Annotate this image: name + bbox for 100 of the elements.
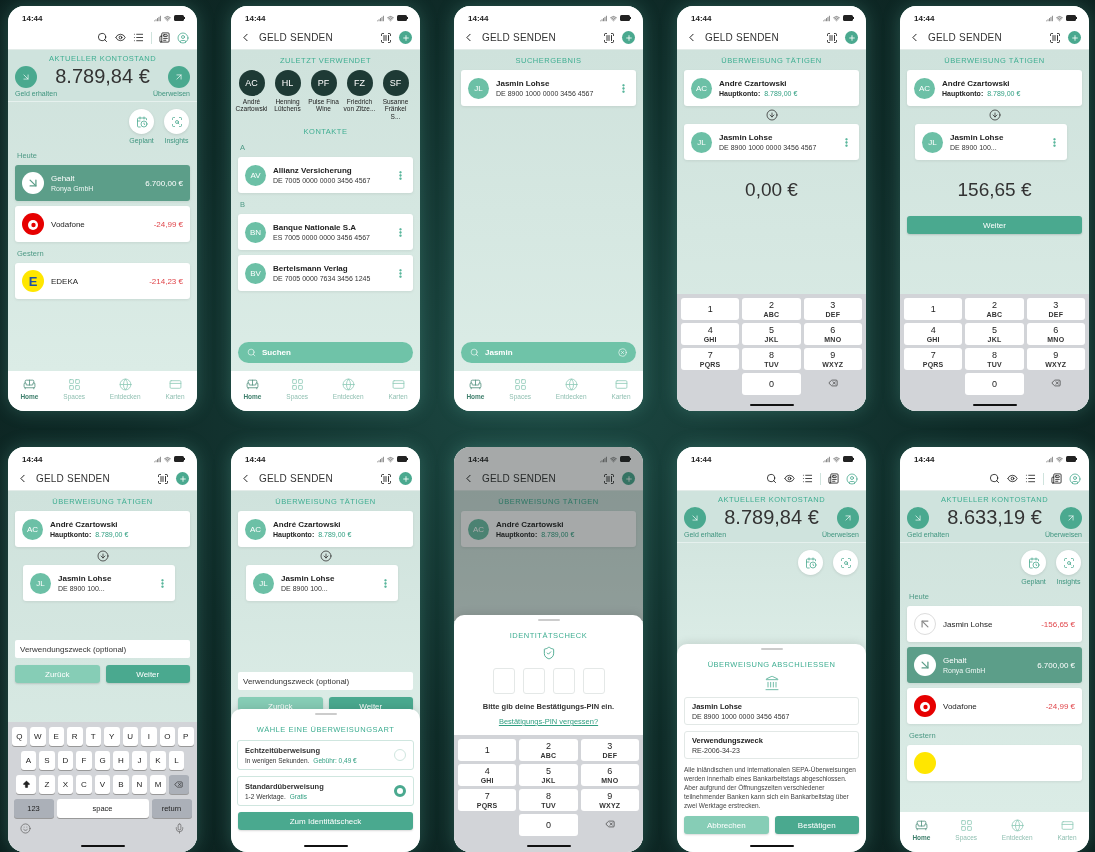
- eye-icon[interactable]: [1007, 473, 1018, 484]
- pin-field[interactable]: [522, 668, 545, 694]
- newspaper-icon[interactable]: [159, 32, 170, 43]
- keyboard-key[interactable]: B: [113, 775, 129, 794]
- pin-field[interactable]: [582, 668, 605, 694]
- newspaper-icon[interactable]: [1051, 473, 1062, 484]
- receive-button[interactable]: [907, 506, 929, 529]
- barcode-icon[interactable]: [157, 472, 169, 485]
- keyboard-key[interactable]: G: [94, 751, 111, 770]
- newspaper-icon[interactable]: [828, 473, 839, 484]
- barcode-icon[interactable]: [603, 472, 615, 485]
- list-icon[interactable]: [802, 473, 813, 484]
- keyboard-key[interactable]: J: [131, 751, 148, 770]
- search-icon[interactable]: [766, 473, 777, 484]
- emoji-icon[interactable]: [20, 823, 31, 834]
- shortcut-button[interactable]: [798, 550, 823, 575]
- list-icon[interactable]: [1025, 473, 1036, 484]
- contact-name: André Czartowski: [719, 79, 788, 88]
- keyboard-key[interactable]: H: [113, 751, 129, 770]
- keyboard-key[interactable]: Z: [39, 775, 55, 794]
- transaction-card[interactable]: Vodafone -24,99 €: [15, 206, 190, 242]
- keyboard-key[interactable]: L: [168, 751, 185, 770]
- transfer-button[interactable]: [1060, 506, 1082, 529]
- pin-field[interactable]: [552, 668, 575, 694]
- contact-avatar[interactable]: AC: [238, 70, 265, 96]
- microphone-icon[interactable]: [174, 823, 185, 834]
- add-button[interactable]: [176, 472, 189, 485]
- keyboard-key[interactable]: K: [150, 751, 166, 770]
- shift-key[interactable]: [16, 775, 37, 794]
- keypad-key[interactable]: 1: [681, 298, 740, 320]
- shortcut-button[interactable]: [164, 109, 189, 134]
- transaction-card[interactable]: E EDEKA -214,23 €: [15, 263, 190, 299]
- keypad-key[interactable]: 1: [458, 739, 517, 761]
- shortcut-button[interactable]: [1056, 550, 1081, 575]
- search-bar[interactable]: Suchen: [238, 342, 413, 363]
- barcode-icon[interactable]: [826, 31, 838, 44]
- add-button[interactable]: [622, 31, 635, 44]
- eye-icon[interactable]: [115, 32, 126, 43]
- keyboard-key[interactable]: F: [76, 751, 92, 770]
- search-icon[interactable]: [97, 32, 108, 43]
- keyboard-key[interactable]: Q: [11, 727, 27, 746]
- keyboard-key[interactable]: C: [76, 775, 92, 794]
- shortcut-button[interactable]: [1021, 550, 1046, 575]
- keypad-key[interactable]: 1: [904, 298, 963, 320]
- sofa-icon: [468, 378, 482, 391]
- purpose-field[interactable]: Verwendungszweck (optional): [238, 672, 413, 690]
- eye-icon[interactable]: [784, 473, 795, 484]
- keypad-key[interactable]: 0: [965, 373, 1024, 395]
- keyboard-key[interactable]: S: [39, 751, 55, 770]
- transaction-card[interactable]: Jasmin Lohse -156,65 €: [907, 606, 1082, 642]
- barcode-icon[interactable]: [1049, 31, 1061, 44]
- transfer-button[interactable]: [168, 65, 190, 88]
- keyboard-key[interactable]: A: [20, 751, 37, 770]
- keyboard-key[interactable]: V: [94, 775, 111, 794]
- search-field[interactable]: Suchen: [262, 348, 404, 357]
- keyboard-key[interactable]: D: [57, 751, 74, 770]
- add-button[interactable]: [399, 31, 412, 44]
- shortcut-button[interactable]: [129, 109, 154, 134]
- add-button[interactable]: [1068, 31, 1081, 44]
- keyboard-key[interactable]: U: [122, 727, 138, 746]
- keypad-key[interactable]: 0: [519, 814, 578, 836]
- contact-avatar[interactable]: FZ: [346, 70, 373, 96]
- receive-button[interactable]: [684, 506, 706, 529]
- profile-icon[interactable]: [177, 31, 189, 44]
- barcode-icon[interactable]: [380, 472, 392, 485]
- backspace-key[interactable]: [168, 775, 189, 794]
- list-icon[interactable]: [133, 32, 144, 43]
- shortcut-button[interactable]: [833, 550, 858, 575]
- clear-icon[interactable]: [618, 348, 627, 357]
- contact-avatar[interactable]: PF: [310, 70, 337, 96]
- arrow-down-icon: [988, 109, 1001, 121]
- keyboard-key[interactable]: N: [131, 775, 148, 794]
- keyboard-key[interactable]: Y: [104, 727, 120, 746]
- contact-avatar[interactable]: HL: [274, 70, 301, 96]
- search-icon[interactable]: [989, 473, 1000, 484]
- keypad-key[interactable]: 0: [742, 373, 801, 395]
- contact-avatar[interactable]: SF: [382, 70, 409, 96]
- transaction-card[interactable]: Vodafone -24,99 €: [907, 688, 1082, 724]
- barcode-icon[interactable]: [380, 31, 392, 44]
- radio-button[interactable]: [394, 785, 406, 797]
- transaction-card[interactable]: [907, 745, 1082, 781]
- pin-field[interactable]: [492, 668, 515, 694]
- keyboard-key[interactable]: R: [67, 727, 83, 746]
- add-button[interactable]: [622, 472, 635, 485]
- profile-icon[interactable]: [1069, 472, 1081, 485]
- add-button[interactable]: [399, 472, 412, 485]
- barcode-icon[interactable]: [603, 31, 615, 44]
- add-button[interactable]: [845, 31, 858, 44]
- keyboard-key[interactable]: O: [159, 727, 175, 746]
- keyboard-key[interactable]: P: [178, 727, 194, 746]
- keyboard-key[interactable]: E: [48, 727, 64, 746]
- keyboard-key[interactable]: M: [150, 775, 166, 794]
- receive-button[interactable]: [15, 65, 37, 88]
- profile-icon[interactable]: [846, 472, 858, 485]
- transfer-button[interactable]: [837, 506, 859, 529]
- purpose-field[interactable]: Verwendungszweck (optional): [15, 640, 190, 658]
- keyboard-key[interactable]: X: [57, 775, 74, 794]
- keyboard-key[interactable]: T: [85, 727, 101, 746]
- keyboard-key[interactable]: I: [141, 727, 157, 746]
- keyboard-key[interactable]: W: [30, 727, 46, 746]
